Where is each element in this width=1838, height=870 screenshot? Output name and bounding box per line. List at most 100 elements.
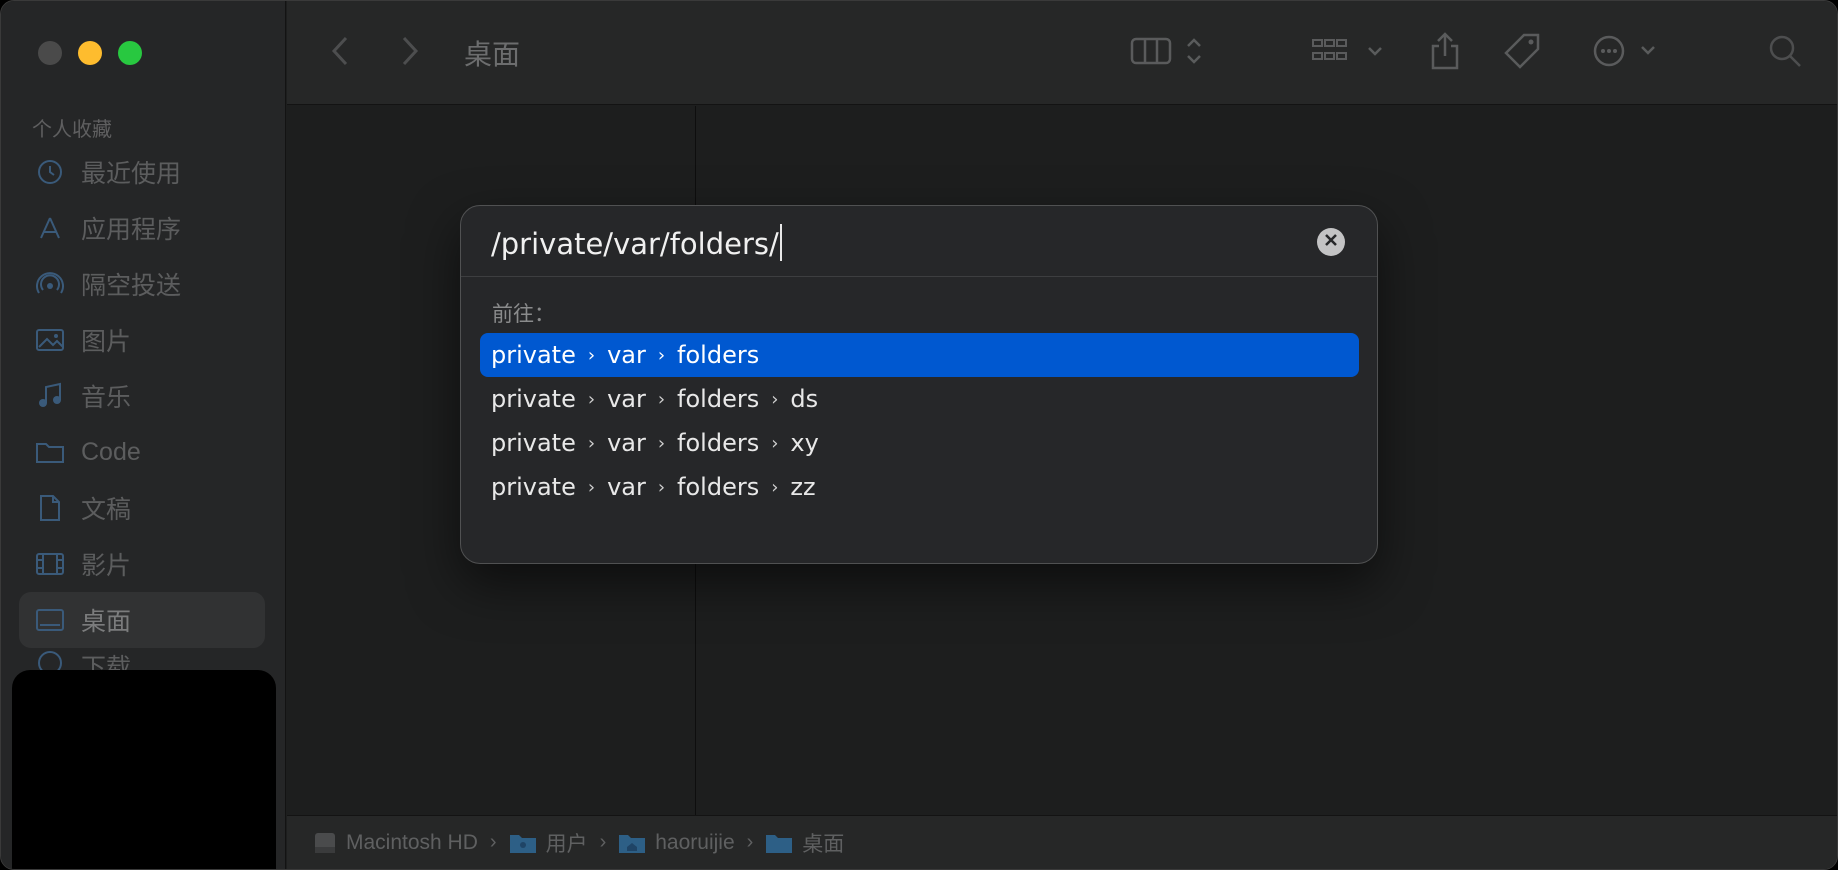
chevron-right-icon: ›	[771, 476, 779, 498]
chevron-right-icon	[401, 35, 419, 72]
sidebar-item-airdrop[interactable]: 隔空投送	[19, 256, 265, 312]
search-icon	[1768, 34, 1802, 73]
home-folder-icon	[618, 832, 646, 854]
path-segment: var	[607, 385, 646, 413]
sidebar-item-code[interactable]: Code	[19, 424, 265, 480]
chevron-right-icon: ›	[657, 344, 666, 366]
toolbar: 桌面	[287, 1, 1837, 105]
path-segment: xy	[790, 429, 819, 457]
path-segment: folders	[677, 473, 760, 501]
chevron-right-icon: ›	[746, 831, 754, 853]
group-button[interactable]	[1309, 31, 1393, 75]
sidebar-item-recents[interactable]: 最近使用	[19, 144, 265, 200]
path-segment: folders	[677, 341, 760, 369]
sidebar-item-label: 最近使用	[81, 160, 182, 188]
go-to-folder-dialog: /private/var/folders/ 前往： private › var …	[460, 205, 1378, 564]
traffic-lights	[38, 41, 142, 65]
columns-view-icon	[1130, 35, 1210, 72]
share-button[interactable]	[1427, 31, 1463, 75]
window-title: 桌面	[464, 39, 521, 70]
path-crumb-disk[interactable]: Macintosh HD	[313, 830, 478, 856]
ellipsis-circle-icon	[1592, 34, 1664, 73]
path-segment: private	[491, 385, 576, 413]
path-segment: folders	[677, 429, 760, 457]
sidebar-item-label: 应用程序	[81, 216, 182, 244]
path-segment: var	[607, 341, 646, 369]
clear-input-button[interactable]	[1317, 228, 1345, 256]
suggestion-item[interactable]: private › var › folders › zz	[480, 465, 1359, 509]
suggestion-item[interactable]: private › var › folders › xy	[480, 421, 1359, 465]
path-segment: private	[491, 341, 576, 369]
folder-icon	[509, 832, 537, 854]
sidebar-item-desktop[interactable]: 桌面	[19, 592, 265, 648]
chevron-right-icon: ›	[657, 388, 666, 410]
sidebar-item-label: 影片	[81, 552, 132, 580]
chevron-right-icon: ›	[587, 476, 596, 498]
goto-label: 前往：	[492, 303, 555, 326]
document-icon	[35, 493, 65, 523]
chevron-right-icon: ›	[587, 432, 596, 454]
path-segment: var	[607, 473, 646, 501]
chevron-right-icon: ›	[587, 388, 596, 410]
sidebar-item-label: 隔空投送	[81, 272, 182, 300]
path-segment: var	[607, 429, 646, 457]
airdrop-icon	[35, 269, 65, 299]
sidebar-list: 最近使用 应用程序 隔空投送 图片 音乐 Code 文稿 影片 桌面 下载	[19, 144, 265, 678]
share-icon	[1429, 31, 1461, 75]
suggestion-item[interactable]: private › var › folders	[480, 333, 1359, 377]
path-input-value: /private/var/folders/	[491, 227, 779, 261]
path-crumb-users[interactable]: 用户	[509, 828, 588, 858]
close-window-button[interactable]	[38, 41, 62, 65]
path-crumb-home[interactable]: haoruijie	[618, 830, 735, 855]
search-button[interactable]	[1767, 31, 1803, 75]
sidebar: 个人收藏 最近使用 应用程序 隔空投送 图片 音乐 Code 文稿 影片 桌面 …	[1, 1, 286, 869]
sidebar-item-music[interactable]: 音乐	[19, 368, 265, 424]
sidebar-item-label: 桌面	[81, 608, 132, 636]
chevron-right-icon: ›	[657, 432, 666, 454]
sidebar-section-title: 个人收藏	[32, 119, 112, 141]
path-segment: folders	[677, 385, 760, 413]
suggestion-item[interactable]: private › var › folders › ds	[480, 377, 1359, 421]
chevron-right-icon: ›	[771, 388, 779, 410]
apps-icon	[35, 213, 65, 243]
path-segment: ds	[790, 385, 819, 413]
path-crumb-label: 桌面	[802, 832, 845, 856]
path-crumb-label: haoruijie	[655, 830, 735, 854]
photo-icon	[35, 325, 65, 355]
forward-button[interactable]	[395, 31, 425, 75]
suggestion-list: private › var › folders private › var › …	[480, 333, 1359, 509]
chevron-left-icon	[331, 35, 349, 72]
path-input-row: /private/var/folders/	[461, 206, 1377, 277]
sidebar-occluded-region	[12, 670, 276, 869]
clock-icon	[35, 157, 65, 187]
path-crumb-label: 用户	[545, 832, 588, 856]
grid-icon	[1311, 36, 1391, 71]
back-button[interactable]	[325, 31, 355, 75]
maximize-window-button[interactable]	[118, 41, 142, 65]
tag-icon	[1502, 31, 1542, 76]
sidebar-item-applications[interactable]: 应用程序	[19, 200, 265, 256]
more-actions-button[interactable]	[1591, 31, 1665, 75]
sidebar-item-movies[interactable]: 影片	[19, 536, 265, 592]
path-crumb-desktop[interactable]: 桌面	[765, 828, 844, 858]
finder-window: 个人收藏 最近使用 应用程序 隔空投送 图片 音乐 Code 文稿 影片 桌面 …	[0, 0, 1838, 870]
view-mode-button[interactable]	[1125, 31, 1215, 75]
folder-icon	[765, 832, 793, 854]
chevron-right-icon: ›	[771, 432, 779, 454]
path-segment: private	[491, 473, 576, 501]
sidebar-item-label: 图片	[81, 328, 132, 356]
folder-icon	[35, 437, 65, 467]
chevron-right-icon: ›	[599, 831, 607, 853]
path-crumb-label: Macintosh HD	[346, 830, 478, 854]
chevron-right-icon: ›	[657, 476, 666, 498]
path-input[interactable]: /private/var/folders/	[491, 224, 782, 261]
close-icon	[1324, 233, 1338, 252]
path-segment: private	[491, 429, 576, 457]
music-icon	[35, 381, 65, 411]
minimize-window-button[interactable]	[78, 41, 102, 65]
sidebar-item-label: Code	[81, 437, 141, 466]
disk-icon	[313, 830, 337, 856]
sidebar-item-documents[interactable]: 文稿	[19, 480, 265, 536]
sidebar-item-pictures[interactable]: 图片	[19, 312, 265, 368]
tag-button[interactable]	[1501, 31, 1543, 75]
